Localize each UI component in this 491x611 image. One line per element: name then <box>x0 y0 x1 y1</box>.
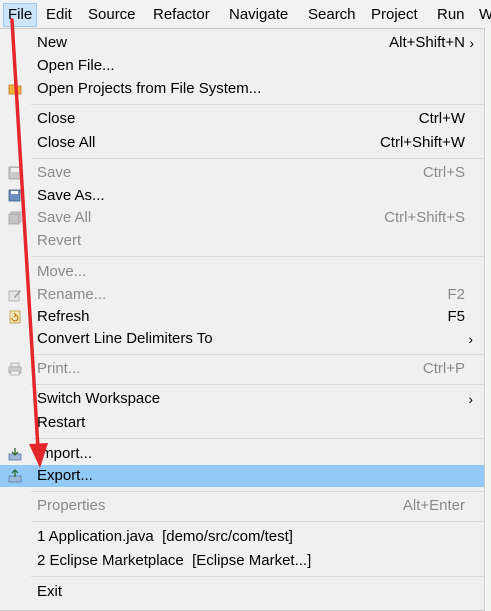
menu-item-label: Switch Workspace <box>37 390 161 407</box>
menu-item-import[interactable]: Import... <box>0 443 484 465</box>
menu-item-revert[interactable]: Revert <box>0 230 484 252</box>
menu-item-save-all[interactable]: Save All Ctrl+Shift+S <box>0 207 484 229</box>
menu-separator <box>31 354 484 355</box>
menu-item-label: New <box>37 34 68 51</box>
menu-item-label: Print... <box>37 360 81 377</box>
menu-separator <box>31 521 484 522</box>
menu-bar: File Edit Source Refactor Navigate Searc… <box>0 0 491 30</box>
import-icon <box>8 447 22 461</box>
menu-item-properties[interactable]: Properties Alt+Enter <box>0 495 484 517</box>
menu-item-close-all[interactable]: Close All Ctrl+Shift+W <box>0 132 484 154</box>
menu-item-save-as[interactable]: Save As... <box>0 185 484 207</box>
menu-item-label: Revert <box>37 232 82 249</box>
menu-item-shortcut: Ctrl+P <box>422 360 465 377</box>
menu-item-recent-file-1[interactable]: 1 Application.java [demo/src/com/test] <box>0 526 484 548</box>
menu-item-new[interactable]: New Alt+Shift+N › <box>0 32 484 54</box>
menu-item-rename[interactable]: Rename... F2 <box>0 284 484 306</box>
menu-item-label: 2 Eclipse Marketplace [Eclipse Market...… <box>37 552 312 569</box>
menu-separator <box>31 158 484 159</box>
menu-project[interactable]: Project <box>367 4 422 26</box>
menu-item-exit[interactable]: Exit <box>0 581 484 603</box>
menu-separator <box>31 491 484 492</box>
menu-separator <box>31 576 484 577</box>
menu-separator <box>31 384 484 385</box>
menu-item-label: Exit <box>37 583 63 600</box>
menu-item-shortcut: Alt+Shift+N <box>389 34 465 51</box>
menu-item-label: Open Projects from File System... <box>37 80 262 97</box>
menu-item-label: Import... <box>37 445 93 462</box>
menu-item-open-projects[interactable]: Open Projects from File System... <box>0 78 484 100</box>
submenu-arrow-icon: › <box>468 391 473 407</box>
menu-item-save[interactable]: Save Ctrl+S <box>0 162 484 184</box>
menu-item-move[interactable]: Move... <box>0 261 484 283</box>
menu-item-recent-file-2[interactable]: 2 Eclipse Marketplace [Eclipse Market...… <box>0 550 484 572</box>
submenu-arrow-icon: › <box>469 35 474 51</box>
folder-icon <box>8 82 22 96</box>
menu-item-shortcut: Ctrl+S <box>422 164 465 181</box>
rename-icon <box>8 288 22 302</box>
menu-item-refresh[interactable]: Refresh F5 <box>0 306 484 328</box>
menu-item-label: Open File... <box>37 57 115 74</box>
menu-item-label: Properties <box>37 497 106 514</box>
menu-window[interactable]: W <box>475 4 491 26</box>
menu-item-export[interactable]: Export... <box>0 465 484 487</box>
menu-file[interactable]: File <box>3 3 38 27</box>
menu-item-shortcut: F2 <box>447 286 465 303</box>
menu-item-label: Close All <box>37 134 96 151</box>
menu-item-shortcut: F5 <box>447 308 465 325</box>
save-as-icon <box>8 189 22 203</box>
file-menu-dropdown: New Alt+Shift+N › Open File... Open Proj… <box>0 28 485 611</box>
menu-item-shortcut: Alt+Enter <box>402 497 465 514</box>
menu-item-switch-workspace[interactable]: Switch Workspace › <box>0 388 484 410</box>
menu-edit[interactable]: Edit <box>42 4 76 26</box>
export-icon <box>8 469 22 483</box>
menu-item-label: Save <box>37 164 72 181</box>
menu-item-close[interactable]: Close Ctrl+W <box>0 108 484 130</box>
menu-item-restart[interactable]: Restart <box>0 412 484 434</box>
menu-item-shortcut: Ctrl+W <box>418 110 465 127</box>
submenu-arrow-icon: › <box>468 331 473 347</box>
menu-item-convert-line-delimiters[interactable]: Convert Line Delimiters To › <box>0 328 484 350</box>
menu-item-label: Restart <box>37 414 86 431</box>
menu-navigate[interactable]: Navigate <box>225 4 292 26</box>
menu-item-label: Move... <box>37 263 87 280</box>
menu-separator <box>31 438 484 439</box>
menu-item-label: Close <box>37 110 76 127</box>
refresh-icon <box>8 310 22 324</box>
menu-item-label: Export... <box>37 467 93 484</box>
menu-search[interactable]: Search <box>304 4 360 26</box>
menu-run[interactable]: Run <box>433 4 469 26</box>
menu-item-label: Convert Line Delimiters To <box>37 330 213 347</box>
menu-item-label: Rename... <box>37 286 107 303</box>
menu-refactor[interactable]: Refactor <box>149 4 214 26</box>
menu-source[interactable]: Source <box>84 4 140 26</box>
menu-item-label: Save All <box>37 209 92 226</box>
menu-separator <box>31 104 484 105</box>
menu-item-print[interactable]: Print... Ctrl+P <box>0 358 484 380</box>
print-icon <box>8 362 22 376</box>
menu-item-open-file[interactable]: Open File... <box>0 55 484 77</box>
save-icon <box>8 166 22 180</box>
menu-separator <box>31 256 484 257</box>
editor-area-peek <box>486 29 491 611</box>
menu-item-shortcut: Ctrl+Shift+W <box>379 134 465 151</box>
menu-item-shortcut: Ctrl+Shift+S <box>384 209 465 226</box>
menu-item-label: Refresh <box>37 308 90 325</box>
menu-item-label: 1 Application.java [demo/src/com/test] <box>37 528 293 545</box>
menu-item-label: Save As... <box>37 187 105 204</box>
save-all-icon <box>8 211 22 225</box>
